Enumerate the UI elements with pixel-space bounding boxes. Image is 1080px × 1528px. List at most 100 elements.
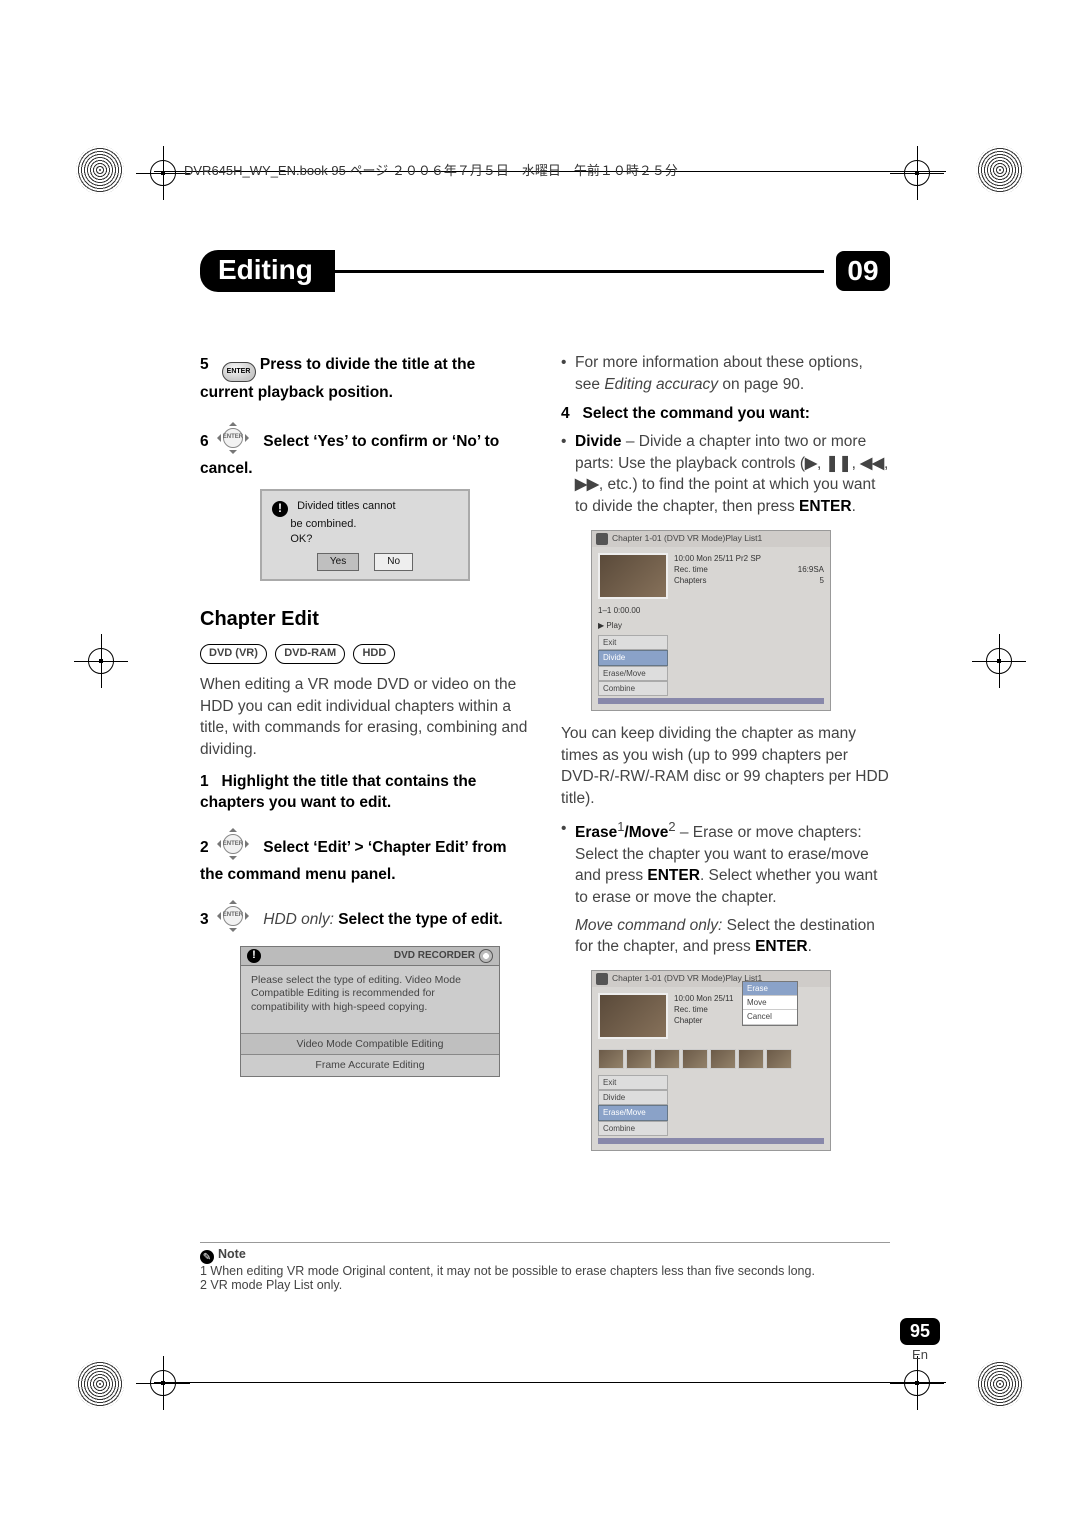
menu-exit[interactable]: Exit bbox=[598, 1075, 668, 1090]
popup-erase[interactable]: Erase bbox=[743, 982, 797, 996]
text: on page 90. bbox=[718, 376, 804, 393]
step-number: 4 bbox=[561, 405, 570, 422]
step-number: 6 bbox=[200, 433, 209, 450]
mode-pill: DVD (VR) bbox=[200, 644, 267, 663]
pause-icon: ❚❚ bbox=[826, 455, 852, 472]
divider bbox=[200, 1242, 890, 1243]
text-italic: Move command only: bbox=[575, 917, 722, 934]
crop-mark-icon bbox=[142, 152, 184, 194]
right-column: For more information about these options… bbox=[561, 348, 890, 1163]
disc-icon bbox=[479, 949, 493, 963]
chapter-thumb bbox=[626, 1049, 652, 1069]
note-label: ✎ Note bbox=[200, 1247, 890, 1265]
chapter-number-badge: 09 bbox=[836, 251, 890, 291]
popup-menu: Erase Move Cancel bbox=[742, 981, 798, 1026]
chapter-thumb bbox=[766, 1049, 792, 1069]
dialog-line: be combined. bbox=[290, 518, 356, 530]
menu-exit[interactable]: Exit bbox=[598, 635, 668, 650]
page-number: 95 En bbox=[900, 1318, 940, 1362]
menu-combine[interactable]: Combine bbox=[598, 1121, 668, 1136]
note-text: Note bbox=[218, 1247, 246, 1261]
step-1: 1 Highlight the title that contains the … bbox=[200, 771, 529, 814]
label: /Move bbox=[624, 824, 668, 841]
option-frame-accurate[interactable]: Frame Accurate Editing bbox=[241, 1054, 499, 1076]
dialog-body: Please select the type of editing. Video… bbox=[241, 966, 499, 1033]
meta-value: 5 bbox=[820, 575, 824, 586]
meta-label: Rec. time bbox=[674, 564, 708, 575]
meta-date: 10:00 Mon 25/11 Pr2 SP bbox=[674, 553, 824, 564]
menu-divide[interactable]: Divide bbox=[598, 1090, 668, 1105]
footnote-ref: 2 bbox=[668, 819, 675, 834]
chapter-edit-preview: Chapter 1-01 (DVD VR Mode)Play List1 10:… bbox=[591, 530, 831, 711]
mode-pill: HDD bbox=[353, 644, 395, 663]
window-title: Chapter 1-01 (DVD VR Mode)Play List1 bbox=[612, 973, 762, 985]
step-3: 3 ENTER HDD only: Select the type of edi… bbox=[200, 896, 529, 936]
alert-icon: ! bbox=[247, 949, 261, 963]
window-icon bbox=[596, 533, 608, 545]
footnotes: ✎ Note 1 When editing VR mode Original co… bbox=[200, 1242, 890, 1293]
popup-move[interactable]: Move bbox=[743, 996, 797, 1010]
step-4: 4 Select the command you want: bbox=[561, 403, 890, 425]
menu-combine[interactable]: Combine bbox=[598, 681, 668, 696]
yes-button[interactable]: Yes bbox=[317, 553, 359, 571]
nav-pad-icon: ENTER bbox=[213, 896, 253, 936]
step-6: 6 ENTER Select ‘Yes’ to confirm or ‘No’ … bbox=[200, 418, 529, 480]
footnote-1: 1 When editing VR mode Original content,… bbox=[200, 1264, 890, 1278]
page-lang: En bbox=[912, 1347, 928, 1362]
step-number: 1 bbox=[200, 773, 209, 790]
crop-mark-icon bbox=[896, 152, 938, 194]
label: Erase bbox=[575, 824, 617, 841]
rewind-icon: ◀◀ bbox=[860, 455, 884, 472]
register-mark bbox=[76, 146, 124, 194]
bullet-divide: Divide – Divide a chapter into two or mo… bbox=[561, 431, 890, 518]
chapter-thumb bbox=[682, 1049, 708, 1069]
register-mark bbox=[76, 1360, 124, 1408]
enter-label: ENTER bbox=[799, 498, 852, 515]
menu-erase-move[interactable]: Erase/Move bbox=[598, 1105, 668, 1120]
dialog-line: OK? bbox=[290, 533, 312, 545]
video-thumbnail bbox=[598, 553, 668, 599]
chapter-thumb bbox=[738, 1049, 764, 1069]
chapter-title: Editing bbox=[200, 250, 335, 292]
popup-cancel[interactable]: Cancel bbox=[743, 1010, 797, 1024]
menu-divide[interactable]: Divide bbox=[598, 650, 668, 665]
step-number: 3 bbox=[200, 911, 209, 928]
fast-forward-icon: ▶▶ bbox=[575, 476, 599, 493]
mode-pill: DVD-RAM bbox=[275, 644, 345, 663]
alert-icon: ! bbox=[272, 501, 288, 517]
timeline bbox=[598, 1138, 824, 1144]
chapter-title-bar: Editing 09 bbox=[200, 250, 890, 292]
video-thumbnail bbox=[598, 993, 668, 1039]
window-icon bbox=[596, 973, 608, 985]
nav-pad-icon: ENTER bbox=[213, 824, 253, 864]
no-button[interactable]: No bbox=[374, 553, 413, 571]
play-indicator: ▶ Play bbox=[598, 621, 622, 630]
play-icon: ▶ bbox=[805, 455, 817, 472]
pencil-icon: ✎ bbox=[200, 1250, 214, 1264]
paragraph: Move command only: Select the destinatio… bbox=[561, 915, 890, 958]
meta-label: Chapters bbox=[674, 575, 706, 586]
menu-erase-move[interactable]: Erase/Move bbox=[598, 666, 668, 681]
nav-pad-icon: ENTER bbox=[213, 418, 253, 458]
trim-line bbox=[154, 1382, 946, 1383]
meta-value: 16:9SA bbox=[798, 564, 824, 575]
enter-label: ENTER bbox=[755, 938, 808, 955]
step-2: 2 ENTER Select ‘Edit’ > ‘Chapter Edit’ f… bbox=[200, 824, 529, 886]
dialog-line: Divided titles cannot bbox=[297, 500, 395, 512]
source-file-path: DVR645H_WY_EN.book 95 ページ ２００６年７月５日 水曜日 … bbox=[184, 160, 678, 179]
bullet-info: For more information about these options… bbox=[561, 352, 890, 395]
crop-mark-icon bbox=[896, 1362, 938, 1404]
enter-button-icon: ENTER bbox=[222, 362, 256, 382]
dialog-title: DVD RECORDER bbox=[394, 949, 475, 963]
step-text: Highlight the title that contains the ch… bbox=[200, 773, 476, 812]
label: Divide bbox=[575, 433, 622, 450]
timeline bbox=[598, 698, 824, 704]
paragraph: You can keep dividing the chapter as man… bbox=[561, 723, 890, 810]
title-rule bbox=[335, 270, 824, 273]
chapter-move-preview: Chapter 1-01 (DVD VR Mode)Play List1 10:… bbox=[591, 970, 831, 1151]
crop-mark-icon bbox=[80, 640, 122, 682]
crop-mark-icon bbox=[978, 640, 1020, 682]
window-title: Chapter 1-01 (DVD VR Mode)Play List1 bbox=[612, 533, 762, 545]
chapter-thumb bbox=[710, 1049, 736, 1069]
option-video-mode[interactable]: Video Mode Compatible Editing bbox=[241, 1033, 499, 1055]
